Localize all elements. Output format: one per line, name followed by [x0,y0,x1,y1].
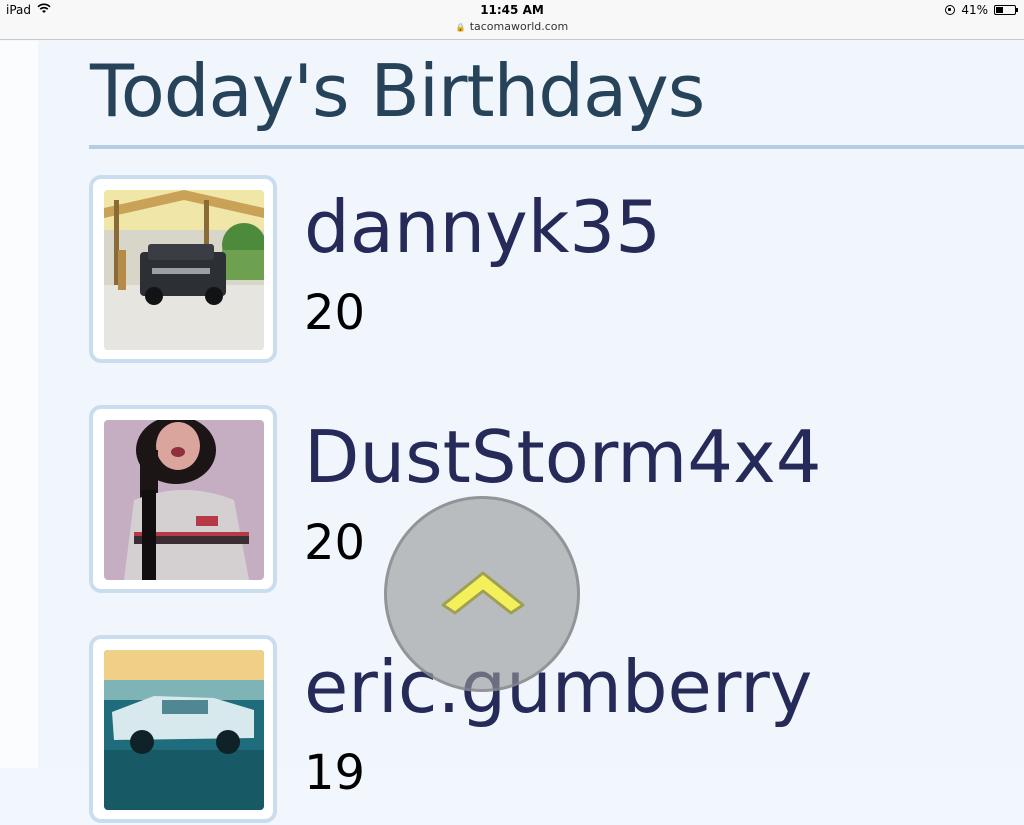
address-url: tacomaworld.com [469,20,569,33]
avatar[interactable] [104,420,264,580]
avatar[interactable] [104,190,264,350]
avatar[interactable] [104,650,264,810]
avatar-frame[interactable] [89,635,277,823]
lock-icon: 🔒 [455,23,466,32]
address-bar[interactable]: 🔒 tacomaworld.com [0,20,1024,33]
member-age: 19 [304,745,366,801]
scroll-to-top-button[interactable] [384,496,580,692]
member-name-link[interactable]: dannyk35 [304,183,661,271]
member-age: 20 [304,285,366,341]
status-right: 41% [945,3,1018,17]
avatar-frame[interactable] [89,405,277,593]
rotation-lock-icon [945,5,956,15]
title-divider [89,145,1024,149]
battery-icon [994,5,1018,15]
page-title: Today's Birthdays [90,49,705,133]
chevron-up-icon [441,571,525,615]
status-bar: iPad 11:45 AM 🔒 tacomaworld.com 41% [0,0,1024,40]
member-name-link[interactable]: DustStorm4x4 [304,413,822,501]
clock: 11:45 AM [480,3,544,17]
member-name-link[interactable]: eric.gumberry [304,643,812,731]
list-item: dannyk35 20 [89,175,989,365]
left-gutter [0,41,38,768]
battery-fill [996,7,1003,13]
member-age: 20 [304,515,366,571]
battery-percent: 41% [961,3,988,17]
avatar-frame[interactable] [89,175,277,363]
